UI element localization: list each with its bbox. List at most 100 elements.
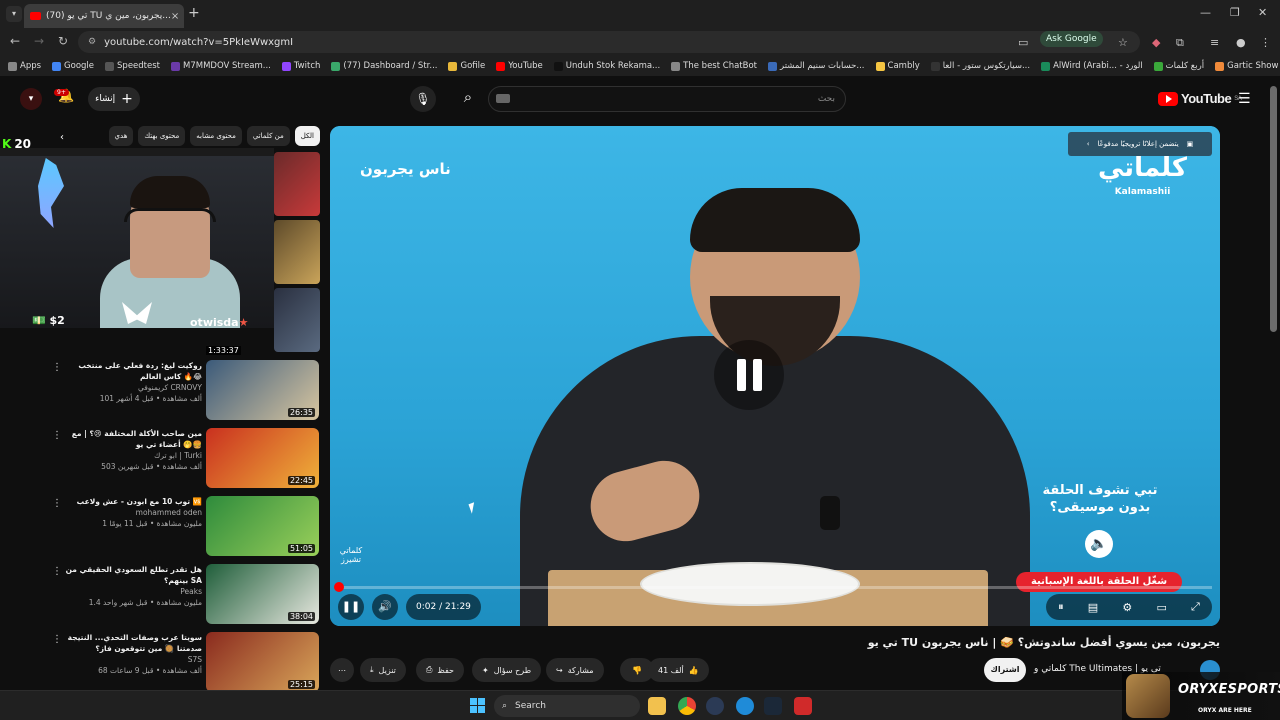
profile-icon[interactable]: ● xyxy=(1236,36,1246,49)
recommendation-thumbnail[interactable]: 38:04 xyxy=(206,564,319,624)
share-button[interactable]: ↪ مشاركة xyxy=(546,658,604,682)
taskbar-search[interactable]: ⌕ Search xyxy=(494,695,640,717)
page-scrollbar[interactable] xyxy=(1270,86,1277,332)
maximize-icon[interactable]: ❐ xyxy=(1230,6,1240,19)
bookmark-item[interactable]: M7MMDOV Stream... xyxy=(171,61,271,71)
bookmark-item[interactable]: سيارتكوس ستور - العا... xyxy=(930,61,1030,71)
recommendation-item[interactable]: 22:45 ⋮ مين صاحب الأكلة المختلفة 😢؟ | مع أ… xyxy=(0,428,320,494)
create-button[interactable]: إنشاء + xyxy=(88,87,140,111)
steam-icon[interactable] xyxy=(764,697,782,715)
more-options-icon[interactable]: ⋮ xyxy=(52,430,62,441)
ask-google-button[interactable]: Ask Google xyxy=(1040,31,1103,47)
recommendation-title[interactable]: توب 10 مع ابودن - عش ولاعب 🆚 xyxy=(62,496,202,507)
recommendation-thumbnail[interactable]: 51:05 xyxy=(206,496,319,556)
bookmark-item[interactable]: Gofile xyxy=(448,61,485,71)
video-player[interactable]: ناس يجربون كلماتي Kalamashii ‹ يتضمن إعلان… xyxy=(330,126,1220,626)
bookmark-item[interactable]: Unduh Stok Rekama... xyxy=(553,61,660,71)
guide-menu-icon[interactable]: ☰ xyxy=(1238,91,1251,107)
bookmark-item[interactable]: Google xyxy=(52,61,94,71)
more-options-icon[interactable]: ⋮ xyxy=(52,634,62,645)
spanish-audio-button[interactable]: شغّل الحلقة باللغة الإسبانية xyxy=(1016,572,1182,592)
more-options-icon[interactable]: ⋮ xyxy=(52,566,62,577)
chips-prev-icon[interactable]: ‹ xyxy=(60,132,64,143)
progress-bar[interactable] xyxy=(334,582,1212,592)
ask-question-button[interactable]: ✦ طرح سؤال xyxy=(472,658,542,682)
bookmark-star-icon[interactable]: ☆ xyxy=(1118,36,1128,49)
bookmark-item[interactable]: Twitch xyxy=(281,61,320,71)
site-info-icon[interactable]: ⚙ xyxy=(88,37,96,47)
bookmark-item[interactable]: The best ChatBot xyxy=(671,61,757,71)
bookmark-item[interactable]: YouTube xyxy=(496,61,543,71)
search-input[interactable]: بحث xyxy=(488,86,846,112)
minimize-icon[interactable]: — xyxy=(1200,6,1211,19)
recommendation-thumbnail[interactable]: 26:35 xyxy=(206,360,319,420)
windows-start-icon[interactable] xyxy=(470,698,485,713)
filter-chip[interactable]: من كلماتي xyxy=(246,126,290,146)
chrome-menu-icon[interactable]: ⋮ xyxy=(1260,36,1271,49)
like-button[interactable]: 41 ألف 👍 xyxy=(648,658,709,682)
recommendation-thumbnail[interactable]: 22:45 xyxy=(206,428,319,488)
pause-icon[interactable]: ❚❚ xyxy=(338,594,364,620)
recommendation-item[interactable]: 38:04 ⋮ هل تقدر تطلع السعودي الحقيقي من بي… xyxy=(0,564,320,630)
youtube-logo[interactable]: YouTube SA xyxy=(1158,91,1242,106)
forward-icon[interactable]: → xyxy=(34,34,44,48)
extensions-puzzle-icon[interactable]: ⧉ xyxy=(1176,36,1184,50)
more-options-icon[interactable]: ⋮ xyxy=(52,362,62,373)
filter-chip[interactable]: محتوى بهتك xyxy=(138,126,186,146)
recommendation-channel[interactable]: كريمنوفي CRNOVY xyxy=(62,382,202,393)
bookmark-item[interactable]: Speedtest xyxy=(105,61,160,71)
app-icon[interactable] xyxy=(794,697,812,715)
recommendation-item[interactable]: 25:15 ⋮ سويتا عرب وصفات التحدي... النتيجة … xyxy=(0,632,320,698)
pause-overlay-icon[interactable] xyxy=(714,340,784,410)
microphone-icon[interactable]: 🎙 xyxy=(410,86,436,112)
close-window-icon[interactable]: ✕ xyxy=(1258,6,1267,19)
more-options-icon[interactable]: ⋮ xyxy=(52,498,62,509)
fullscreen-icon[interactable]: ⤢ xyxy=(1191,600,1200,614)
speedometer-icon[interactable] xyxy=(706,697,724,715)
recommendation-title[interactable]: مين صاحب الأكلة المختلفة 😢؟ | مع أعضاء ت… xyxy=(62,428,202,450)
bookmark-item[interactable]: AlWird (Arabi... - الورد xyxy=(1041,61,1143,71)
account-avatar[interactable]: ▾ xyxy=(20,88,42,110)
recommendation-item[interactable]: 51:05 ⋮ توب 10 مع ابودن - عش ولاعب 🆚 mohamm… xyxy=(0,496,320,562)
recommendation-title[interactable]: سويتا عرب وصفات التحدي... النتيجة صدمتنا… xyxy=(62,632,202,654)
bookmark-item[interactable]: Apps xyxy=(8,61,41,71)
recommendation-channel[interactable]: mohammed oden xyxy=(62,507,202,518)
cast-icon[interactable]: ▭ xyxy=(1018,36,1028,49)
recommendation-channel[interactable]: S7S xyxy=(62,654,202,665)
settings-gear-icon[interactable]: ⚙ xyxy=(1122,601,1132,614)
bookmark-item[interactable]: حسابات سنيم المشتر... xyxy=(768,61,865,71)
back-icon[interactable]: ← xyxy=(10,34,20,48)
theater-mode-icon[interactable]: ▭ xyxy=(1156,601,1166,614)
thumbnail[interactable] xyxy=(274,152,320,216)
recommendation-channel[interactable]: ابو ترك | Turki xyxy=(62,450,202,461)
edge-icon[interactable] xyxy=(736,697,754,715)
recommendation-title[interactable]: هل تقدر تطلع السعودي الحقيقي من بينهم؟ S… xyxy=(62,564,202,586)
subtitles-icon[interactable]: ▤ xyxy=(1088,601,1098,614)
subscribe-button[interactable]: اشتراك xyxy=(984,658,1026,682)
thumbnail[interactable] xyxy=(274,220,320,284)
tab-close-icon[interactable]: × xyxy=(171,11,179,22)
paid-promotion-notice[interactable]: ‹ يتضمن إعلانًا ترويجيًا مدفوعًا ▣ xyxy=(1068,132,1212,156)
recommendation-item[interactable]: 26:35 ⋮ روكيت ليغ: ردة فعلي على منتخب كاس … xyxy=(0,360,320,426)
extension-icon[interactable]: ◆ xyxy=(1152,36,1160,49)
autoplay-toggle-icon[interactable]: ⏸ xyxy=(1058,600,1064,614)
recommendation-title[interactable]: روكيت ليغ: ردة فعلي على منتخب كاس العالم… xyxy=(62,360,202,382)
keyboard-icon[interactable] xyxy=(496,94,510,103)
address-bar[interactable]: ⚙ youtube.com/watch?v=5PkIeWwxgmI xyxy=(78,31,1140,53)
recommendation-thumbnail[interactable]: 25:15 xyxy=(206,632,319,692)
bookmark-item[interactable]: أربع كلمات xyxy=(1153,61,1204,71)
bookmark-item[interactable]: Cambly xyxy=(875,61,920,71)
browser-tab[interactable]: (70) تي يو TU يجربون، مين ي... × xyxy=(24,4,184,28)
media-control-icon[interactable]: ≡ xyxy=(1210,36,1219,49)
filter-chip[interactable]: هدي xyxy=(108,126,134,146)
filter-chip[interactable]: محتوى مشابه xyxy=(190,126,242,146)
file-explorer-icon[interactable] xyxy=(648,697,666,715)
thumbnail[interactable] xyxy=(274,288,320,352)
save-button[interactable]: ⎙ حفظ xyxy=(416,658,464,682)
bookmark-item[interactable]: Gartic Show xyxy=(1215,61,1278,71)
chrome-icon[interactable] xyxy=(678,697,696,715)
download-button[interactable]: ⤓ تنزيل xyxy=(360,658,406,682)
reload-icon[interactable]: ↻ xyxy=(58,34,68,48)
more-actions-button[interactable]: ⋯ xyxy=(330,658,354,682)
recommendation-channel[interactable]: Peaks xyxy=(62,586,202,597)
